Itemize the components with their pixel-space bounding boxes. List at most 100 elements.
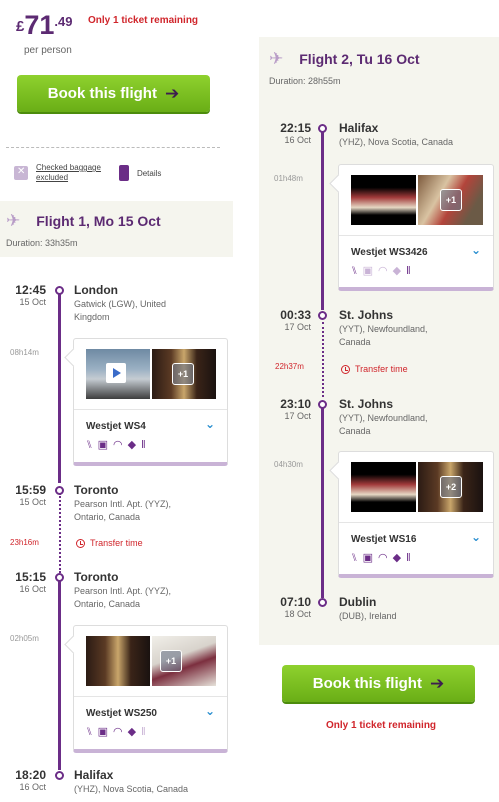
timeline-dot: [55, 286, 64, 295]
chevron-down-icon[interactable]: ⌄: [205, 417, 215, 431]
flight-1-header: ✈ Flight 1, Mo 15 Oct: [6, 211, 161, 231]
flight-1-destination-city: Halifax: [74, 768, 114, 782]
more-photos-count[interactable]: +2: [440, 476, 462, 498]
amenities: ⑊ ▣ ◠ ◆ ‖: [86, 439, 146, 451]
date: 17 Oct: [284, 322, 311, 332]
details-link[interactable]: Details: [137, 169, 161, 178]
clock-icon: [341, 364, 350, 374]
price-whole: 71: [24, 10, 55, 40]
wifi-icon: ◠: [113, 726, 123, 738]
flight-1-transfer: Transfer time: [76, 538, 143, 548]
photo-thumbnail[interactable]: +1: [152, 349, 216, 399]
tickets-remaining-notice-bottom: Only 1 ticket remaining: [326, 720, 437, 731]
details-icon[interactable]: [118, 165, 129, 181]
photo-thumbnail[interactable]: +1: [152, 636, 216, 686]
entertainment-icon: ▣: [362, 265, 374, 277]
seat-icon: ⑊: [86, 726, 93, 738]
price: £71.49: [16, 10, 72, 41]
tickets-remaining-notice: Only 1 ticket remaining: [88, 15, 199, 26]
wifi-icon: ◠: [378, 265, 388, 277]
flight-2-departure-time: 22:15 16 Oct: [271, 121, 311, 145]
flight-1-destination-airport: (YHZ), Nova Scotia, Canada: [74, 783, 188, 796]
date: 16 Oct: [284, 135, 311, 145]
book-flight-label: Book this flight: [312, 675, 422, 692]
time: 23:10: [280, 397, 311, 411]
book-flight-button[interactable]: Book this flight ➔: [17, 75, 210, 112]
flight-2-leg-1-airline: Westjet WS3426: [351, 247, 428, 258]
date: 17 Oct: [284, 411, 311, 421]
seat-icon: ⑊: [351, 265, 358, 277]
flight-2-header: ✈ Flight 2, Tu 16 Oct: [269, 49, 420, 69]
flight-1-leg-1-card[interactable]: +1 Westjet WS4 ⌄ ⑊ ▣ ◠ ◆ ‖: [73, 338, 228, 466]
timeline-dot: [318, 598, 327, 607]
aircraft-photos[interactable]: +2: [351, 462, 483, 512]
chevron-down-icon[interactable]: ⌄: [471, 243, 481, 257]
entertainment-icon: ▣: [97, 439, 109, 451]
timeline-dot: [318, 124, 327, 133]
amenities: ⑊ ▣ ◠ ◆ ‖: [351, 265, 411, 277]
timeline-dot: [318, 400, 327, 409]
timeline-dot: [55, 573, 64, 582]
flight-1-leg-2-card[interactable]: +1 Westjet WS250 ⌄ ⑊ ▣ ◠ ◆ ‖: [73, 625, 228, 753]
airport-line: (YHZ), Nova Scotia, Canada: [74, 784, 189, 794]
seat-icon: ⑊: [86, 439, 93, 451]
flight-1-stop-airport: Pearson Intl. Apt. (YYZ), Ontario, Canad…: [74, 498, 171, 524]
plane-icon: ✈: [269, 49, 284, 68]
flight-2-arrival-time: 07:10 18 Oct: [271, 595, 311, 619]
meal-icon: ‖: [406, 552, 411, 564]
airport-line: Gatwick (LGW), United: [74, 299, 167, 309]
flight-1-duration: Duration: 33h35m: [6, 238, 78, 248]
baggage-row: Checked baggage excluded Details: [14, 163, 161, 183]
aircraft-photos[interactable]: +1: [86, 349, 216, 399]
timeline-dot: [55, 486, 64, 495]
flight-2-destination-city: Dublin: [339, 595, 377, 609]
flight-1-departure-time: 12:45 15 Oct: [6, 283, 46, 307]
flight-2-departure-time-2: 23:10 17 Oct: [271, 397, 311, 421]
flight-2-stop-city: St. Johns: [339, 308, 394, 322]
chevron-down-icon[interactable]: ⌄: [205, 704, 215, 718]
chevron-down-icon[interactable]: ⌄: [471, 530, 481, 544]
photo-thumbnail[interactable]: [351, 175, 416, 225]
arrow-right-icon: ➔: [164, 83, 180, 103]
flight-2-transfer: Transfer time: [341, 364, 408, 374]
flight-1-origin-city: London: [74, 283, 118, 297]
date: 18 Oct: [284, 609, 311, 619]
photo-thumbnail[interactable]: [351, 462, 416, 512]
date: 16 Oct: [19, 782, 46, 792]
card-divider: [339, 235, 493, 236]
aircraft-photos[interactable]: +1: [351, 175, 483, 225]
arrow-right-icon: ➔: [429, 673, 445, 693]
flight-1-departure-time-2: 15:15 16 Oct: [6, 570, 46, 594]
photo-thumbnail[interactable]: [86, 349, 150, 399]
more-photos-count[interactable]: +1: [160, 650, 182, 672]
date: 15 Oct: [19, 497, 46, 507]
entertainment-icon: ▣: [97, 726, 109, 738]
airport-line: Canada: [339, 337, 371, 347]
power-icon: ◆: [127, 726, 137, 738]
flight-1-stop-city: Toronto: [74, 483, 119, 497]
date: 16 Oct: [19, 584, 46, 594]
per-person-label: per person: [24, 45, 72, 56]
photo-thumbnail[interactable]: +1: [418, 175, 483, 225]
time: 15:59: [15, 483, 46, 497]
flight-2-arrival-time-1: 00:33 17 Oct: [271, 308, 311, 332]
more-photos-count[interactable]: +1: [172, 363, 194, 385]
amenities: ⑊ ▣ ◠ ◆ ‖: [86, 726, 146, 738]
photo-thumbnail[interactable]: [86, 636, 150, 686]
time: 22:15: [280, 121, 311, 135]
book-flight-button-bottom[interactable]: Book this flight ➔: [282, 665, 475, 702]
timeline-dot: [55, 771, 64, 780]
flight-1-stop-airport-2: Pearson Intl. Apt. (YYZ), Ontario, Canad…: [74, 585, 171, 611]
airport-line: Pearson Intl. Apt. (YYZ),: [74, 586, 172, 596]
flight-2-leg-1-card[interactable]: +1 Westjet WS3426 ⌄ ⑊ ▣ ◠ ◆ ‖: [338, 164, 494, 291]
more-photos-count[interactable]: +1: [440, 189, 462, 211]
flight-1-leg-2-line: [58, 580, 61, 770]
play-icon[interactable]: [106, 363, 126, 383]
wifi-icon: ◠: [378, 552, 388, 564]
checked-baggage-link[interactable]: Checked baggage excluded: [36, 163, 101, 183]
flight-1-leg-1-line: [58, 293, 61, 483]
divider: [6, 147, 220, 148]
aircraft-photos[interactable]: +1: [86, 636, 216, 686]
flight-2-leg-2-card[interactable]: +2 Westjet WS16 ⌄ ⑊ ▣ ◠ ◆ ‖: [338, 451, 494, 578]
photo-thumbnail[interactable]: +2: [418, 462, 483, 512]
